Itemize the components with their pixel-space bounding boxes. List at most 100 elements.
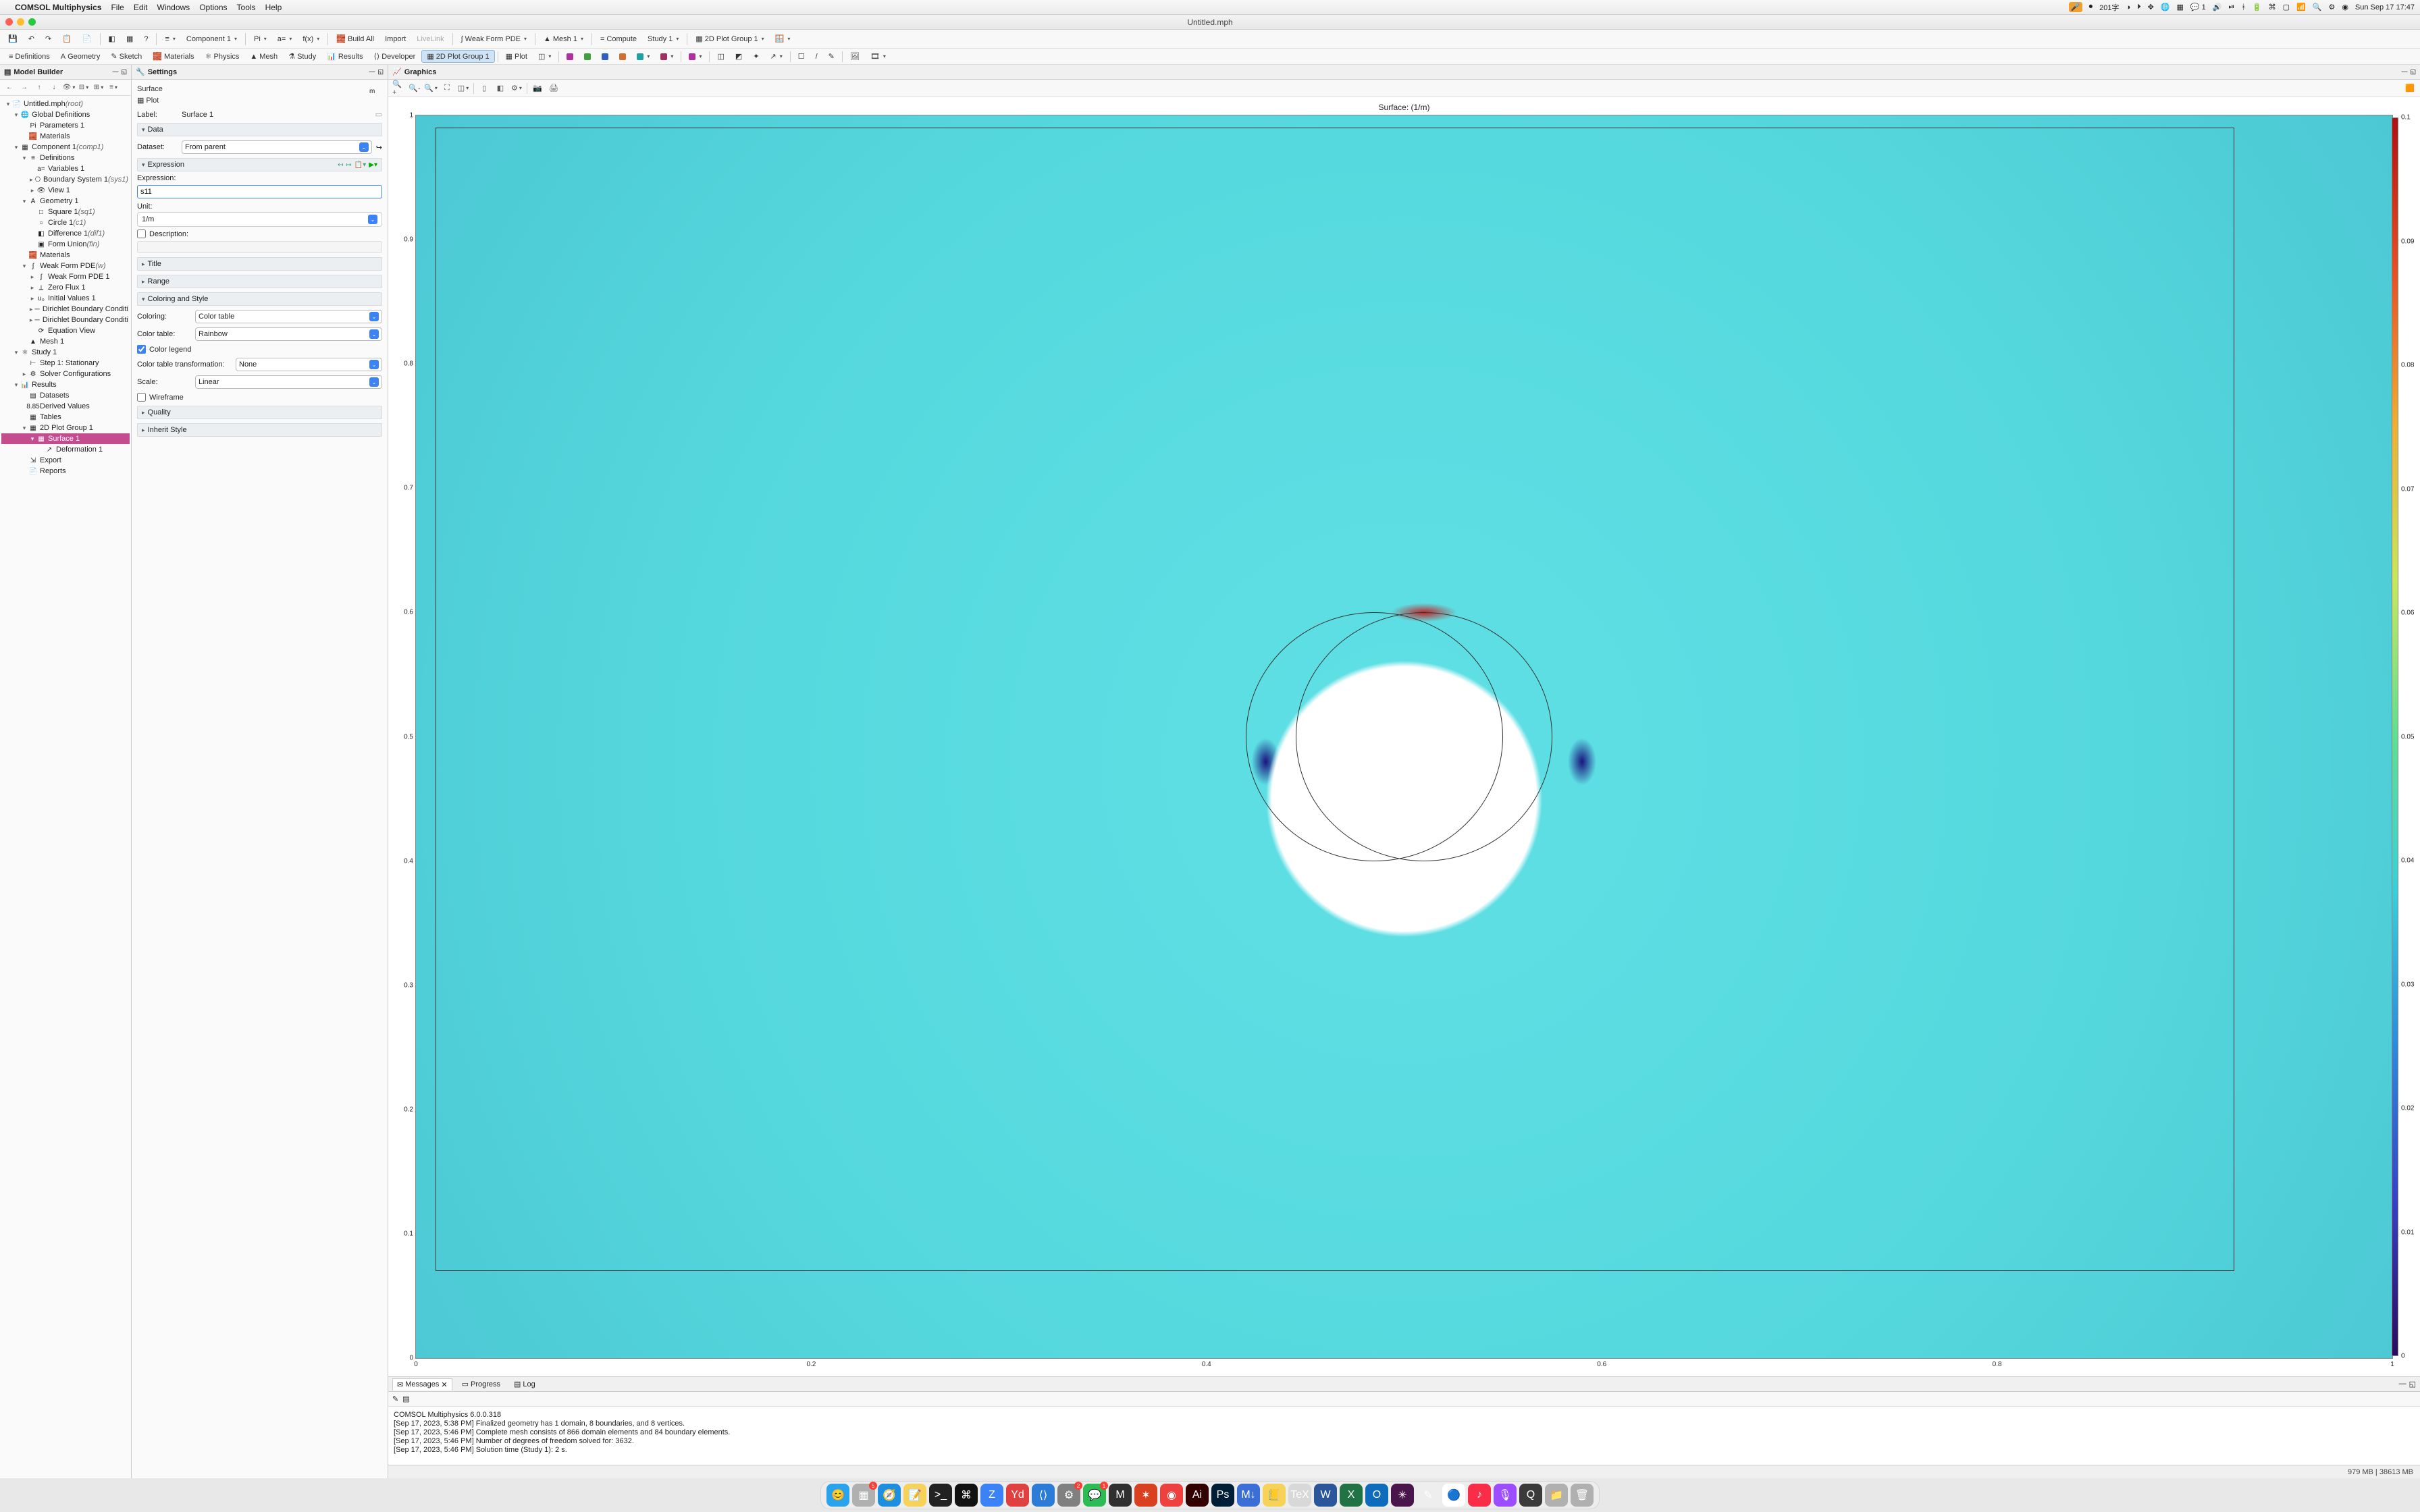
- dock-app-music[interactable]: ♪: [1468, 1484, 1491, 1507]
- undo-button[interactable]: ↶: [24, 33, 38, 45]
- wireframe-checkbox[interactable]: [137, 393, 146, 402]
- section-coloring[interactable]: Coloring and Style: [137, 292, 382, 306]
- tree-item[interactable]: ▸⎔Boundary System 1 (sys1): [1, 174, 130, 185]
- tab-sketch[interactable]: ✎ Sketch: [106, 51, 147, 62]
- expr-next-icon[interactable]: ↦: [346, 161, 351, 169]
- tree-item[interactable]: ▤Datasets: [1, 390, 130, 401]
- color-expr-icon[interactable]: [684, 52, 706, 61]
- dock-app-chrome[interactable]: 🔵: [1442, 1484, 1465, 1507]
- tree-item[interactable]: 📄Reports: [1, 466, 130, 477]
- tree-item[interactable]: ▦Tables: [1, 412, 130, 423]
- ime-indicator[interactable]: 201字: [2099, 2, 2119, 13]
- paste-button[interactable]: 📄: [78, 33, 96, 45]
- component-dropdown[interactable]: Component 1: [182, 34, 241, 45]
- expr-replace-icon[interactable]: 📋▾: [354, 161, 366, 169]
- dock-app-slack[interactable]: ✳: [1391, 1484, 1414, 1507]
- dock-app-terminal[interactable]: >_: [929, 1484, 952, 1507]
- selection-icon[interactable]: ◩: [731, 51, 747, 62]
- panel-maximize-icon[interactable]: ◱: [2410, 68, 2416, 76]
- compute-button[interactable]: = Compute: [596, 34, 641, 45]
- scale-select[interactable]: Linear⌄: [195, 375, 382, 389]
- collapse-icon[interactable]: ⊟: [78, 82, 89, 93]
- app-button[interactable]: ◧: [105, 33, 120, 45]
- redo-button[interactable]: ↷: [41, 33, 55, 45]
- bluetooth-icon[interactable]: ᚼ: [2241, 3, 2246, 11]
- streamline-plot-icon[interactable]: [632, 52, 654, 61]
- clock[interactable]: Sun Sep 17 17:47: [2355, 3, 2415, 11]
- panel-minimize-icon[interactable]: —: [369, 68, 375, 76]
- tree-item[interactable]: ⊢Step 1: Stationary: [1, 358, 130, 369]
- copy-button[interactable]: 📋: [58, 33, 76, 45]
- deform-icon[interactable]: ↗: [765, 51, 787, 62]
- shortcut-icon[interactable]: ⌘: [2269, 3, 2276, 11]
- dock-app-photoshop[interactable]: Ps: [1211, 1484, 1234, 1507]
- screenmirror-icon[interactable]: ▢: [2283, 3, 2290, 11]
- unit-select[interactable]: 1/m⌄: [137, 212, 382, 227]
- section-quality[interactable]: Quality: [137, 406, 382, 419]
- dock-app-podcasts[interactable]: 🎙: [1494, 1484, 1517, 1507]
- tree-item[interactable]: 🧱Materials: [1, 250, 130, 261]
- tree-item[interactable]: ▾AGeometry 1: [1, 196, 130, 207]
- line-icon[interactable]: /: [811, 51, 822, 62]
- wechat-status-icon[interactable]: 💬 1: [2190, 3, 2206, 11]
- dropbox-icon[interactable]: ✥: [2148, 3, 2154, 11]
- colortable-select[interactable]: Rainbow⌄: [195, 327, 382, 341]
- param-button[interactable]: Pi: [250, 34, 271, 45]
- zoom-in-icon[interactable]: 🔍+: [392, 82, 404, 94]
- tab-messages[interactable]: ✉ Messages ✕: [392, 1378, 452, 1390]
- record-icon[interactable]: ⏺: [2089, 3, 2093, 11]
- dock-app-latexit[interactable]: TeX: [1288, 1484, 1311, 1507]
- panel-minimize-icon[interactable]: —: [112, 68, 118, 76]
- windows-button[interactable]: 🪟: [771, 33, 795, 45]
- tab-developer[interactable]: ⟨⟩ Developer: [369, 51, 421, 62]
- tree-item[interactable]: ▸⟂Zero Flux 1: [1, 282, 130, 293]
- widget-icon[interactable]: ▦: [2177, 3, 2184, 11]
- expr-insert-icon[interactable]: ▶▾: [369, 161, 377, 169]
- mesh-dropdown[interactable]: ▲ Mesh 1: [540, 34, 587, 45]
- battery-icon[interactable]: 🔋: [2253, 3, 2262, 11]
- window-maximize-button[interactable]: [28, 18, 36, 26]
- tree-item[interactable]: ⇲Export: [1, 455, 130, 466]
- status-1-icon[interactable]: ◑: [2126, 3, 2130, 11]
- tab-materials[interactable]: 🧱 Materials: [148, 51, 199, 62]
- tree-item[interactable]: 🧱Materials: [1, 131, 130, 142]
- tree-item[interactable]: ↗Deformation 1: [1, 444, 130, 455]
- section-data[interactable]: Data: [137, 123, 382, 136]
- window-close-button[interactable]: [5, 18, 13, 26]
- dock-app-textedit[interactable]: ✎: [1417, 1484, 1440, 1507]
- tree-item[interactable]: ▾≡Definitions: [1, 153, 130, 163]
- menu-options[interactable]: Options: [199, 3, 227, 12]
- import-button[interactable]: Import: [381, 34, 410, 45]
- dock-app-vscode[interactable]: ⟨⟩: [1032, 1484, 1055, 1507]
- var-button[interactable]: a=: [273, 34, 296, 45]
- dock-app-finder[interactable]: 😊: [826, 1484, 849, 1507]
- panel-maximize-icon[interactable]: ◱: [2409, 1380, 2416, 1388]
- tree-item[interactable]: ▾▦Component 1 (comp1): [1, 142, 130, 153]
- snapshot-icon[interactable]: 📷: [531, 82, 544, 94]
- dock-app-excel[interactable]: X: [1340, 1484, 1363, 1507]
- scene-light-icon[interactable]: ⚙: [510, 82, 523, 94]
- label-edit-icon[interactable]: ▭: [375, 110, 382, 119]
- show-icon[interactable]: 👁: [63, 82, 74, 93]
- dock-app-notes[interactable]: 📝: [903, 1484, 926, 1507]
- colorlegend-checkbox[interactable]: [137, 345, 146, 354]
- expand-icon[interactable]: ⊞: [93, 82, 104, 93]
- forward-icon[interactable]: →: [19, 82, 30, 93]
- dock-app-youdao[interactable]: Yd: [1006, 1484, 1029, 1507]
- dock-app-outlook[interactable]: O: [1365, 1484, 1388, 1507]
- dock-app-settings[interactable]: ⚙2: [1057, 1484, 1080, 1507]
- menu-edit[interactable]: Edit: [134, 3, 148, 12]
- dock-app-quicktime[interactable]: Q: [1519, 1484, 1542, 1507]
- dock-app-anydesk[interactable]: ◉: [1160, 1484, 1183, 1507]
- tab-mesh[interactable]: ▲ Mesh: [245, 51, 282, 62]
- tree-item[interactable]: ⟳Equation View: [1, 325, 130, 336]
- mic-icon[interactable]: 🎤: [2069, 2, 2082, 12]
- save-button[interactable]: 💾: [4, 33, 22, 45]
- tree-item[interactable]: ▸⚙Solver Configurations: [1, 369, 130, 379]
- tree-item[interactable]: ▸∫Weak Form PDE 1: [1, 271, 130, 282]
- zoom-out-icon[interactable]: 🔍-: [409, 82, 421, 94]
- model-tree[interactable]: ▾📄Untitled.mph (root)▾🌐Global Definition…: [0, 96, 131, 1478]
- tree-item[interactable]: ▸👁View 1: [1, 185, 130, 196]
- section-expression[interactable]: Expression ↤ ↦ 📋▾ ▶▾: [137, 158, 382, 171]
- volume-icon[interactable]: 🔊: [2213, 3, 2222, 11]
